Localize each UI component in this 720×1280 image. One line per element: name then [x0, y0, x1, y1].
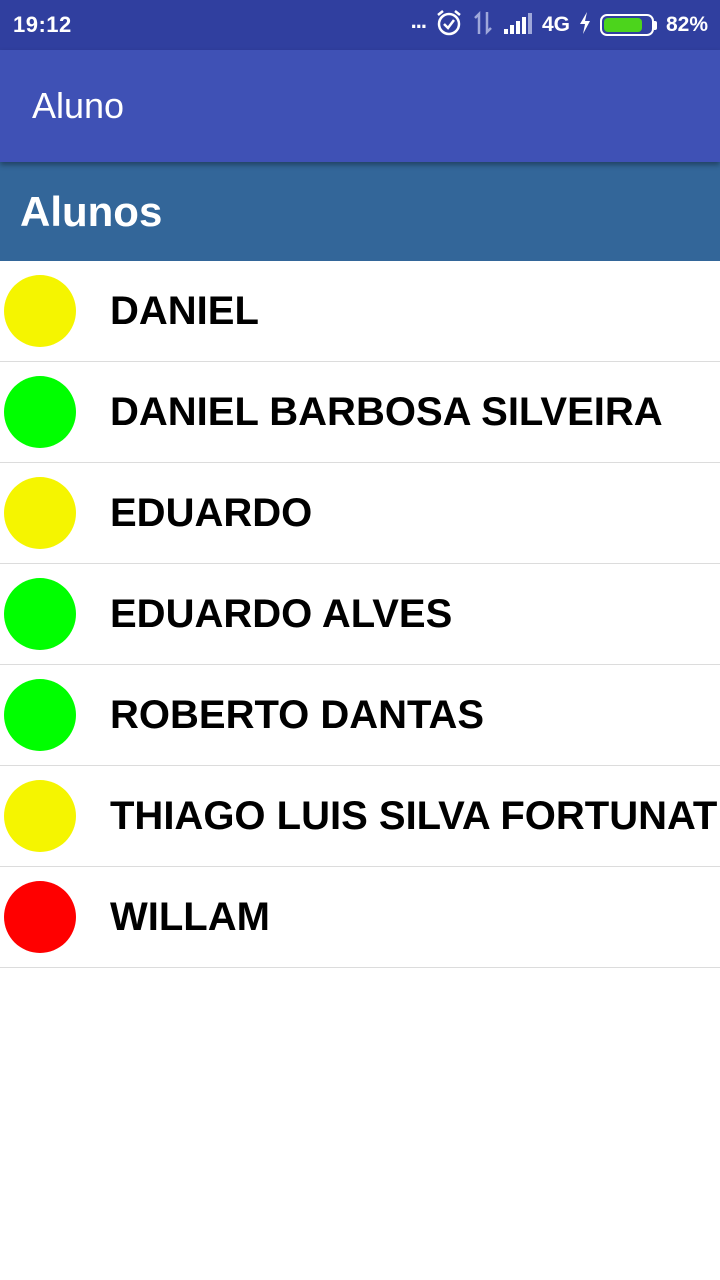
student-name: WILLAM	[110, 894, 270, 939]
status-time: 19:12	[13, 12, 72, 37]
battery-level-fill	[603, 18, 642, 32]
status-indicator-icon	[4, 881, 76, 953]
more-notifications-icon: ...	[410, 8, 427, 33]
student-name: ROBERTO DANTAS	[110, 692, 485, 737]
list-item[interactable]: DANIEL	[0, 261, 720, 362]
list-item[interactable]: THIAGO LUIS SILVA FORTUNAT	[0, 766, 720, 867]
student-name: DANIEL	[110, 288, 259, 333]
status-icons: ... 4G 82%	[410, 8, 708, 42]
page-title: Aluno	[32, 85, 125, 126]
student-name: EDUARDO ALVES	[110, 591, 453, 636]
status-indicator-icon	[4, 578, 76, 650]
student-name: THIAGO LUIS SILVA FORTUNAT	[110, 793, 718, 838]
alarm-icon	[435, 9, 463, 42]
status-bar: 19:12 ... 4G 82%	[0, 0, 720, 50]
list-item[interactable]: EDUARDO ALVES	[0, 564, 720, 665]
list-item[interactable]: ROBERTO DANTAS	[0, 665, 720, 766]
student-name: EDUARDO	[110, 490, 313, 535]
network-type: 4G	[541, 13, 570, 36]
list-item[interactable]: WILLAM	[0, 867, 720, 968]
battery-icon	[599, 14, 657, 36]
list-item[interactable]: DANIEL BARBOSA SILVEIRA	[0, 362, 720, 463]
app-bar: Aluno	[0, 50, 720, 162]
section-header: Alunos	[0, 162, 720, 261]
data-arrows-icon	[472, 10, 494, 41]
student-name: DANIEL BARBOSA SILVEIRA	[110, 389, 663, 434]
status-indicator-icon	[4, 477, 76, 549]
status-indicator-icon	[4, 780, 76, 852]
charging-bolt-icon	[579, 11, 591, 39]
status-indicator-icon	[4, 275, 76, 347]
student-list: DANIEL DANIEL BARBOSA SILVEIRA EDUARDO EDUA…	[0, 261, 720, 968]
status-indicator-icon	[4, 679, 76, 751]
signal-icon	[503, 11, 533, 40]
list-item[interactable]: EDUARDO	[0, 463, 720, 564]
battery-percent: 82%	[665, 13, 708, 36]
status-indicator-icon	[4, 376, 76, 448]
section-title: Alunos	[20, 187, 163, 235]
